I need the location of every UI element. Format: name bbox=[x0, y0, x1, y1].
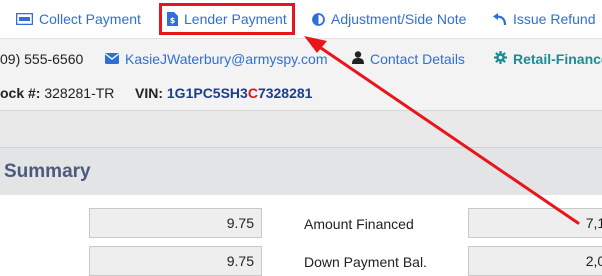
vin-value: 1G1PC5SH3C7328281 bbox=[167, 85, 313, 101]
down-payment-balance-field: 2,00 bbox=[468, 246, 602, 276]
vehicle-info-row: ock #: 328281-TR VIN: 1G1PC5SH3C7328281 bbox=[0, 76, 602, 111]
customer-contact-row: 09) 555-6560 KasieJWaterbury@armyspy.com… bbox=[0, 39, 602, 76]
contact-details-link[interactable]: Contact Details bbox=[352, 51, 465, 67]
vin-part-1: 1G1PC5SH3 bbox=[166, 85, 248, 101]
vin-label: VIN: bbox=[135, 85, 163, 101]
email-text: KasieJWaterbury@armyspy.com bbox=[125, 51, 328, 67]
envelope-icon bbox=[105, 51, 119, 67]
undo-arrow-icon bbox=[493, 12, 507, 26]
down-payment-balance-label: Down Payment Bal. bbox=[304, 254, 427, 270]
contact-details-label: Contact Details bbox=[370, 51, 465, 67]
amount-financed-value: 7,18 bbox=[585, 215, 602, 231]
amount-financed-label: Amount Financed bbox=[304, 216, 414, 232]
lender-payment-highlight-box bbox=[159, 3, 295, 35]
gear-icon bbox=[494, 51, 507, 67]
collect-payment-label: Collect Payment bbox=[39, 11, 141, 27]
customer-phone: 09) 555-6560 bbox=[0, 51, 83, 67]
deal-type-retail-finance[interactable]: Retail-Finance bbox=[494, 51, 602, 67]
summary-panel-header: Summary bbox=[0, 147, 602, 195]
money-bill-icon bbox=[16, 13, 33, 25]
retail-finance-label: Retail-Finance bbox=[513, 51, 602, 67]
summary-left-field-1: 9.75 bbox=[89, 208, 262, 238]
issue-refund-label: Issue Refund bbox=[513, 11, 596, 27]
vin-highlight-char: C bbox=[247, 85, 258, 101]
action-toolbar: Collect Payment $ Lender Payment Adjustm… bbox=[0, 0, 602, 39]
vin-number: VIN: 1G1PC5SH3C7328281 bbox=[135, 85, 312, 101]
adjustment-side-note-button[interactable]: Adjustment/Side Note bbox=[312, 10, 466, 28]
customer-email-link[interactable]: KasieJWaterbury@armyspy.com bbox=[105, 51, 327, 67]
summary-left-value-2: 9.75 bbox=[226, 253, 254, 269]
summary-left-value-1: 9.75 bbox=[226, 215, 254, 231]
amount-financed-field: 7,18 bbox=[468, 208, 602, 238]
down-payment-balance-value: 2,00 bbox=[585, 253, 602, 269]
vin-part-2: 7328281 bbox=[257, 85, 313, 101]
stock-value: 328281-TR bbox=[44, 85, 115, 101]
spacer-band bbox=[0, 111, 602, 147]
summary-title: Summary bbox=[4, 161, 91, 182]
adjustment-side-note-label: Adjustment/Side Note bbox=[331, 11, 467, 27]
summary-left-field-2: 9.75 bbox=[89, 246, 262, 276]
user-icon bbox=[352, 51, 364, 67]
adjust-half-circle-icon bbox=[312, 12, 325, 26]
stock-label: ock #: bbox=[0, 85, 41, 101]
collect-payment-button[interactable]: Collect Payment bbox=[16, 10, 141, 28]
phone-text: 09) 555-6560 bbox=[0, 51, 84, 67]
stock-number: ock #: 328281-TR bbox=[0, 85, 114, 101]
issue-refund-button[interactable]: Issue Refund bbox=[493, 10, 596, 28]
